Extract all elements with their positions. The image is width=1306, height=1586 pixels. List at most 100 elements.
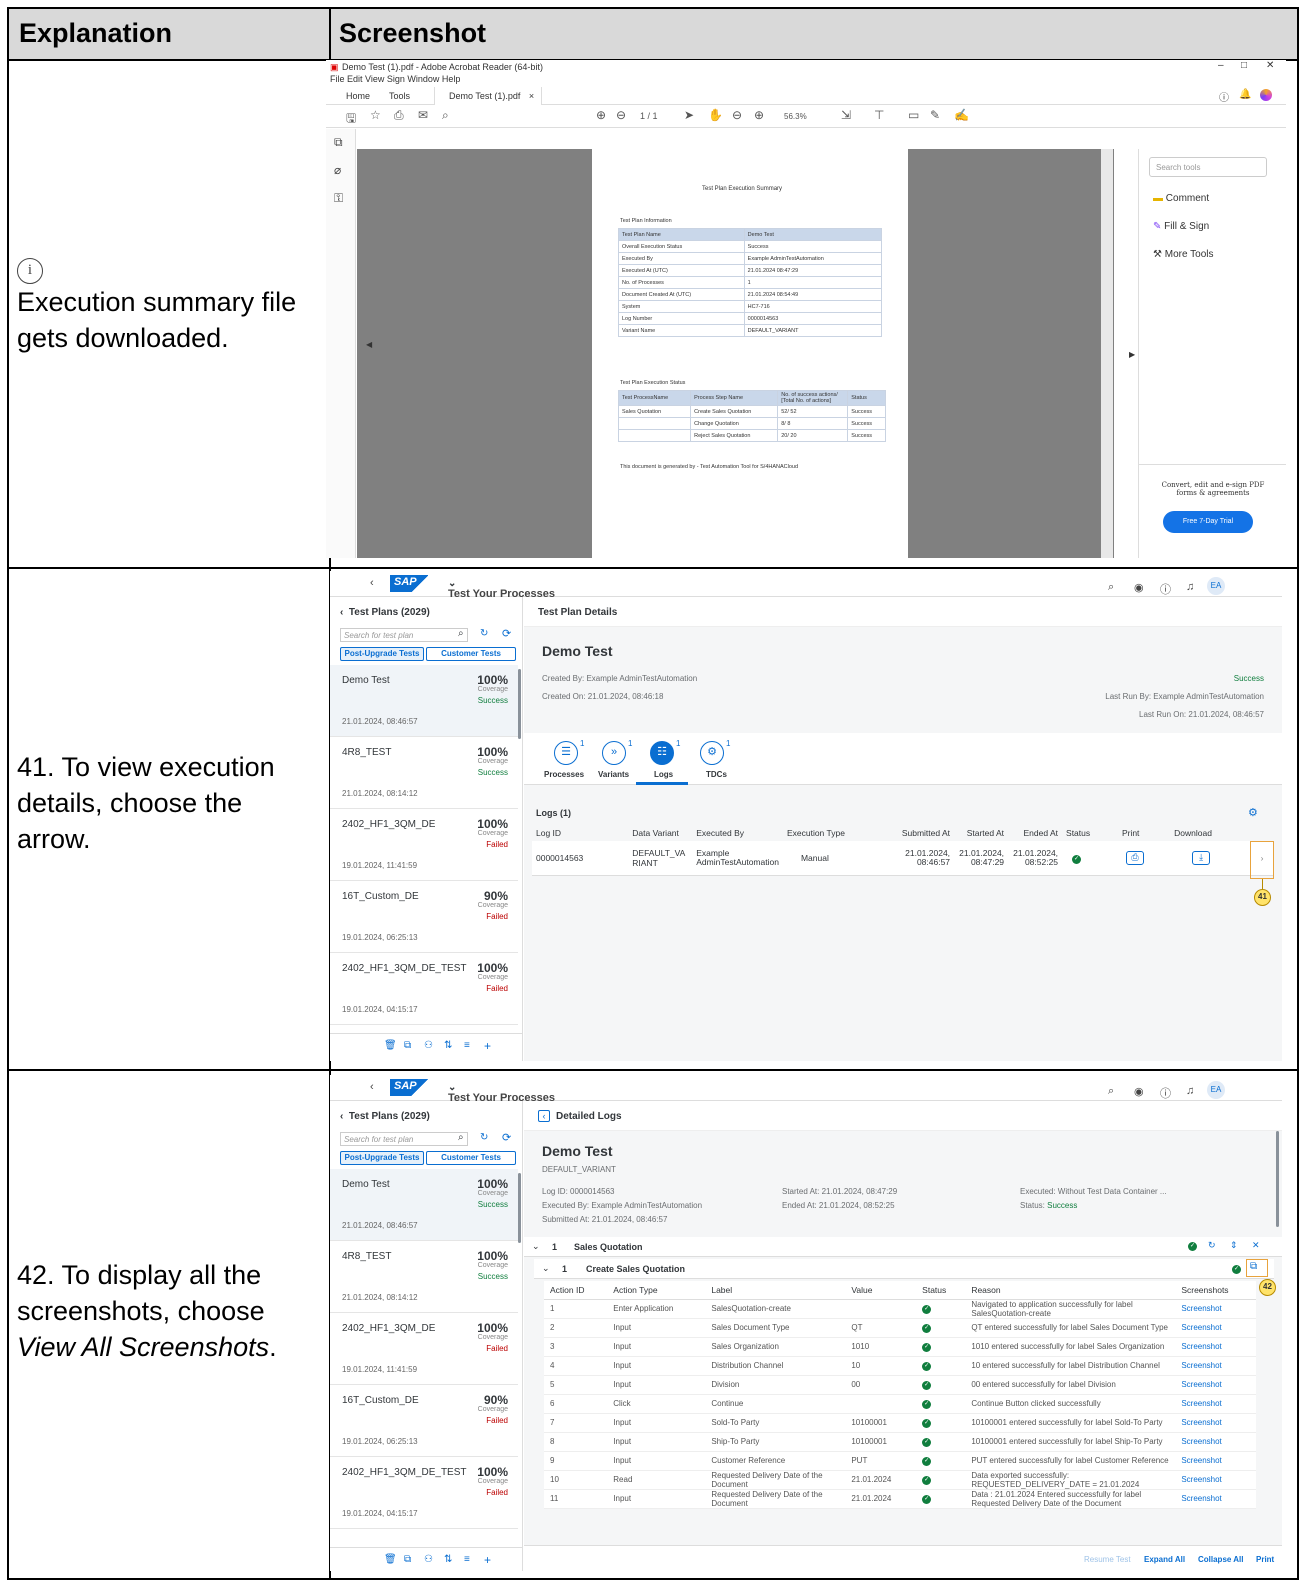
zoom-out-icon[interactable]: ⊖: [732, 108, 742, 122]
table-row[interactable]: 2 Input Sales Document Type QT ✓ QT entered s…: [544, 1318, 1256, 1338]
collapse-all-button[interactable]: Collapse All: [1198, 1555, 1244, 1564]
screenshot-link[interactable]: Screenshot: [1175, 1356, 1256, 1376]
list-item[interactable]: 2402_HF1_3QM_DE 100% Coverage Failed 19.01.2…: [330, 809, 518, 881]
expand-panel-icon[interactable]: ▶: [1129, 350, 1135, 359]
sign-icon[interactable]: ✍: [954, 108, 969, 122]
print-button[interactable]: ⎙: [1125, 850, 1144, 865]
help-icon[interactable]: ⓘ: [1219, 89, 1229, 104]
star-icon[interactable]: ☆: [370, 108, 381, 122]
zoom-level[interactable]: 56.3%: [784, 112, 807, 121]
post-upgrade-tests-button[interactable]: Post-Upgrade Tests: [340, 1151, 424, 1165]
table-row[interactable]: 5 Input Division 00 ✓ 00 entered successfully…: [544, 1375, 1256, 1395]
screenshot-link[interactable]: Screenshot: [1175, 1432, 1256, 1452]
hand-icon[interactable]: ✋: [708, 108, 723, 122]
help-icon[interactable]: ⓘ: [1160, 1085, 1171, 1101]
variants-tab-icon[interactable]: »: [602, 741, 626, 765]
step-collapse-icon[interactable]: ⌄: [542, 1263, 550, 1274]
table-row[interactable]: 8 Input Ship-To Party 10100001 ✓ 10100001 ent…: [544, 1432, 1256, 1452]
table-row[interactable]: 11 Input Requested Delivery Date of the Do…: [544, 1489, 1256, 1509]
process-row[interactable]: ⌄ 1 Sales Quotation ✓ ↻ ⇕ ✕: [524, 1237, 1282, 1257]
back-icon[interactable]: ‹: [370, 1081, 374, 1093]
refresh-icon[interactable]: ↻: [1208, 1240, 1216, 1251]
list-item[interactable]: 4R8_TEST 100% Coverage Success 21.01.2024, 0…: [330, 1241, 518, 1313]
notification-icon[interactable]: ◉: [1134, 581, 1144, 594]
download-button[interactable]: ⤓: [1192, 850, 1211, 865]
tool-comment[interactable]: ▬ Comment: [1153, 193, 1209, 204]
resume-test-button[interactable]: Resume Test: [1084, 1555, 1131, 1564]
filter-icon[interactable]: ≡: [464, 1554, 470, 1565]
screenshot-link[interactable]: Screenshot: [1175, 1489, 1256, 1509]
tab-document[interactable]: Demo Test (1).pdf ×: [434, 87, 542, 105]
screenshot-link[interactable]: Screenshot: [1175, 1470, 1256, 1490]
screenshot-link[interactable]: Screenshot: [1175, 1413, 1256, 1433]
select-arrow-icon[interactable]: ➤: [684, 108, 694, 122]
back-icon[interactable]: ‹: [370, 577, 374, 589]
security-icon[interactable]: ⚿: [334, 191, 343, 206]
page-counter[interactable]: 1 / 1: [640, 111, 658, 121]
back-button[interactable]: ‹: [538, 1110, 550, 1122]
tdcs-tab-icon[interactable]: ⚙: [700, 741, 724, 765]
close-window-icon[interactable]: ✕: [1266, 60, 1274, 71]
highlight-icon[interactable]: ✎: [930, 108, 940, 122]
assign-icon[interactable]: ⚇: [424, 1040, 433, 1051]
tab-home[interactable]: Home: [346, 91, 370, 101]
post-upgrade-tests-button[interactable]: Post-Upgrade Tests: [340, 647, 424, 661]
screenshot-link[interactable]: Screenshot: [1175, 1299, 1256, 1319]
add-icon[interactable]: +: [484, 1553, 491, 1567]
search-input[interactable]: Search for test plan: [340, 628, 468, 642]
maximize-icon[interactable]: □: [1241, 60, 1247, 71]
step-row[interactable]: ⌄ 1 Create Sales Quotation ✓ ⧉: [534, 1259, 1274, 1279]
add-icon[interactable]: +: [484, 1039, 491, 1053]
tab-tools[interactable]: Tools: [389, 91, 410, 101]
expand-all-button[interactable]: Expand All: [1144, 1555, 1185, 1564]
table-row[interactable]: 6 Click Continue ✓ Continue Button clicked s…: [544, 1394, 1256, 1414]
scroll-left-icon[interactable]: ◀: [366, 340, 372, 349]
sidebar-title[interactable]: ‹ Test Plans (2029): [340, 1111, 430, 1122]
menu-items[interactable]: File Edit View Sign Window Help: [330, 74, 460, 84]
screenshot-link[interactable]: Screenshot: [1175, 1451, 1256, 1471]
list-item[interactable]: 2402_HF1_3QM_DE_TEST 100% Coverage Failed 19…: [330, 953, 518, 1025]
refresh-icon[interactable]: ↻: [480, 628, 488, 639]
processes-tab-icon[interactable]: ☰: [554, 741, 578, 765]
scrollbar-thumb[interactable]: [1276, 1131, 1279, 1227]
expand-icon[interactable]: ⇕: [1230, 1240, 1238, 1251]
profile-icon[interactable]: [1260, 89, 1272, 101]
screenshot-link[interactable]: Screenshot: [1175, 1337, 1256, 1357]
tab-logs[interactable]: Logs: [654, 770, 673, 779]
pages-icon[interactable]: ⧉: [334, 135, 343, 150]
delete-icon[interactable]: 🗑: [384, 1040, 397, 1051]
notification-icon[interactable]: ◉: [1134, 1085, 1144, 1098]
bell-icon[interactable]: 🔔: [1239, 89, 1251, 100]
tool-fill-sign[interactable]: ✎ Fill & Sign: [1153, 221, 1209, 232]
sidebar-title[interactable]: ‹ Test Plans (2029): [340, 607, 430, 618]
table-row[interactable]: 1 Enter Application SalesQuotation-create ✓…: [544, 1299, 1256, 1319]
customer-tests-button[interactable]: Customer Tests: [426, 647, 516, 661]
table-row[interactable]: 4 Input Distribution Channel 10 ✓ 10 entered …: [544, 1356, 1256, 1376]
sort-icon[interactable]: ⇅: [444, 1040, 452, 1051]
attachment-icon[interactable]: ⌀: [334, 163, 341, 177]
page-up-icon[interactable]: ⊕: [596, 108, 606, 122]
tab-tdcs[interactable]: TDCs: [706, 770, 727, 779]
delete-icon[interactable]: 🗑: [384, 1554, 397, 1565]
print-icon[interactable]: ⎙: [394, 108, 404, 123]
save-icon[interactable]: 🖫: [346, 109, 356, 130]
vertical-scrollbar[interactable]: [1101, 149, 1113, 558]
list-item[interactable]: Demo Test 100% Coverage Success 21.01.2024, …: [330, 665, 518, 737]
list-item[interactable]: 4R8_TEST 100% Coverage Success 21.01.2024, 0…: [330, 737, 518, 809]
tab-processes[interactable]: Processes: [544, 770, 584, 779]
filter-icon[interactable]: ≡: [464, 1040, 470, 1051]
reload-icon[interactable]: ⟳: [502, 1131, 511, 1144]
table-row[interactable]: 7 Input Sold-To Party 10100001 ✓ 10100001 ent…: [544, 1413, 1256, 1433]
app-title[interactable]: Test Your Processes ⌄: [448, 1082, 555, 1104]
screenshot-link[interactable]: Screenshot: [1175, 1394, 1256, 1414]
copy-icon[interactable]: ⧉: [404, 1554, 411, 1565]
customer-tests-button[interactable]: Customer Tests: [426, 1151, 516, 1165]
table-row[interactable]: 9 Input Customer Reference PUT ✓ PUT entered …: [544, 1451, 1256, 1471]
tab-close-icon[interactable]: ×: [529, 91, 534, 101]
fit-page-icon[interactable]: ⇲: [841, 108, 851, 122]
search-tools-input[interactable]: Search tools: [1149, 157, 1267, 177]
assign-icon[interactable]: ⚇: [424, 1554, 433, 1565]
collapse-icon[interactable]: ⌄: [532, 1241, 540, 1252]
avatar[interactable]: EA: [1207, 1081, 1225, 1099]
list-item[interactable]: 16T_Custom_DE 90% Coverage Failed 19.01.2024…: [330, 881, 518, 953]
